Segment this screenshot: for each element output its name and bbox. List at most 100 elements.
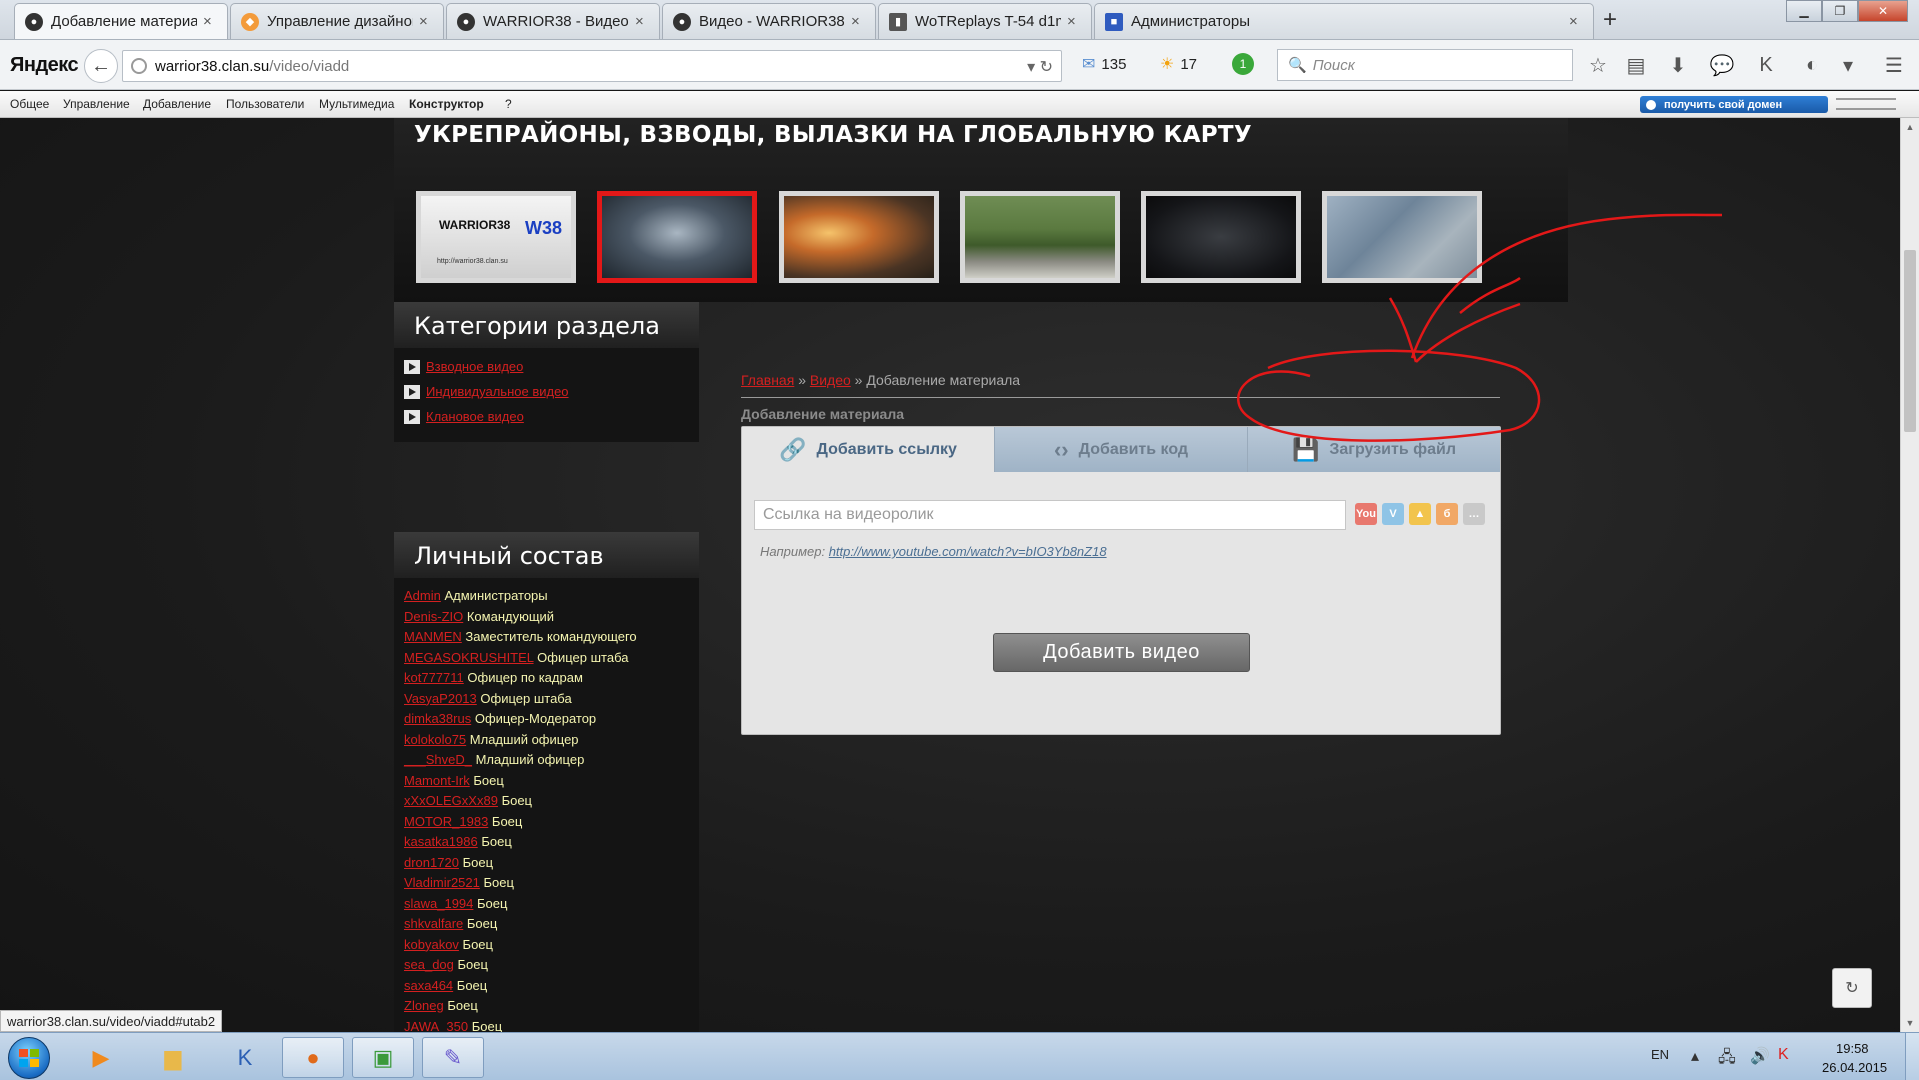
- notification-badge[interactable]: 1: [1232, 53, 1254, 75]
- staff-name[interactable]: Admin: [404, 588, 441, 603]
- close-icon[interactable]: ×: [1569, 13, 1583, 30]
- scroll-up-icon[interactable]: ▲: [1901, 118, 1919, 136]
- yandex-logo[interactable]: Яндекс: [10, 54, 79, 77]
- page-scrollbar[interactable]: ▲ ▼: [1900, 118, 1919, 1032]
- header-thumb-map[interactable]: [1322, 191, 1482, 283]
- staff-name[interactable]: sea_dog: [404, 957, 454, 972]
- staff-name[interactable]: slawa_1994: [404, 896, 473, 911]
- reload-icon[interactable]: ▾ ↻: [1027, 57, 1053, 77]
- kaspersky-tray-icon[interactable]: K: [1778, 1046, 1789, 1064]
- header-thumb-monument[interactable]: [960, 191, 1120, 283]
- chevron-up-icon[interactable]: ▴: [1691, 1046, 1699, 1066]
- tab-add-link[interactable]: 🔗 Добавить ссылку: [742, 427, 995, 472]
- minimize-icon[interactable]: ▁: [1786, 0, 1822, 22]
- browser-tab-add-material[interactable]: ● Добавление материала - ... ×: [14, 3, 228, 39]
- weather-widget[interactable]: ☀ 17: [1160, 54, 1197, 74]
- chevron-down-icon[interactable]: ▾: [1836, 53, 1860, 77]
- admin-menu-manage[interactable]: Управление: [63, 97, 130, 111]
- k-meleon-icon[interactable]: K: [214, 1037, 276, 1078]
- browser-tab-video[interactable]: ● Видео - WARRIOR38 ×: [662, 3, 876, 39]
- staff-name[interactable]: Vladimir2521: [404, 875, 480, 890]
- browser-tab-wotreplays[interactable]: ▮ WoTReplays T-54 d1mka3... ×: [878, 3, 1092, 39]
- back-button[interactable]: ←: [84, 49, 118, 83]
- more-providers-icon[interactable]: …: [1463, 503, 1485, 525]
- staff-name[interactable]: kolokolo75: [404, 732, 466, 747]
- close-icon[interactable]: ×: [203, 13, 217, 30]
- mail-counter[interactable]: ✉ 135: [1082, 54, 1126, 74]
- tab-upload-file[interactable]: 💾 Загрузить файл: [1248, 427, 1500, 472]
- yandex-video-icon[interactable]: ▲: [1409, 503, 1431, 525]
- get-domain-button[interactable]: получить свой домен: [1640, 96, 1828, 113]
- new-tab-button[interactable]: +: [1603, 6, 1617, 34]
- star-icon[interactable]: ☆: [1586, 53, 1610, 77]
- shield-icon[interactable]: ◐: [1800, 53, 1824, 77]
- clock-time[interactable]: 19:58: [1836, 1041, 1869, 1056]
- vimeo-icon[interactable]: V: [1382, 503, 1404, 525]
- admin-menu-multimedia[interactable]: Мультимедиа: [319, 97, 394, 111]
- admin-menu-constructor[interactable]: Конструктор: [409, 97, 484, 111]
- staff-name[interactable]: Mamont-Irk: [404, 773, 470, 788]
- video-url-input[interactable]: [754, 500, 1346, 530]
- volume-icon[interactable]: 🔊: [1750, 1046, 1770, 1066]
- add-video-button[interactable]: Добавить видео: [993, 633, 1250, 672]
- staff-name[interactable]: MANMEN: [404, 629, 462, 644]
- staff-name[interactable]: kot777711: [404, 670, 464, 685]
- staff-name[interactable]: MEGASOKRUSHITEL: [404, 650, 534, 665]
- header-thumb-explosion[interactable]: [779, 191, 939, 283]
- tab-add-code[interactable]: ‹› Добавить код: [995, 427, 1248, 472]
- admin-menu-users[interactable]: Пользователи: [226, 97, 304, 111]
- green-app-icon[interactable]: ▣: [352, 1037, 414, 1078]
- category-link[interactable]: Взводное видео: [426, 359, 523, 374]
- odnoklassniki-icon[interactable]: б: [1436, 503, 1458, 525]
- scrollbar-thumb[interactable]: [1904, 250, 1916, 432]
- staff-name[interactable]: shkvalfare: [404, 916, 463, 931]
- chat-icon[interactable]: 💬: [1710, 53, 1735, 77]
- window-close-icon[interactable]: ✕: [1858, 0, 1908, 22]
- media-player-icon[interactable]: ▶: [70, 1037, 132, 1078]
- scroll-to-top-button[interactable]: ↻: [1832, 968, 1872, 1008]
- close-icon[interactable]: ×: [419, 13, 433, 30]
- header-thumb-dark-tank[interactable]: [1141, 191, 1301, 283]
- staff-name[interactable]: MOTOR_1983: [404, 814, 488, 829]
- close-icon[interactable]: ×: [635, 13, 649, 30]
- kaspersky-icon[interactable]: K: [1754, 53, 1778, 77]
- breadcrumb-section-link[interactable]: Видео: [810, 372, 851, 388]
- staff-name[interactable]: saxa464: [404, 978, 453, 993]
- address-bar[interactable]: warrior38.clan.su/video/viadd ▾ ↻: [122, 50, 1062, 82]
- category-link[interactable]: Клановое видео: [426, 409, 524, 424]
- language-indicator[interactable]: EN: [1651, 1047, 1669, 1062]
- close-icon[interactable]: ×: [1067, 13, 1081, 30]
- file-explorer-icon[interactable]: ▆: [142, 1037, 204, 1078]
- staff-name[interactable]: Zloneg: [404, 998, 444, 1013]
- scroll-down-icon[interactable]: ▼: [1901, 1014, 1919, 1032]
- show-desktop-button[interactable]: [1905, 1033, 1919, 1080]
- tableau-icon[interactable]: ▤: [1624, 53, 1648, 77]
- browser-tab-warrior-video[interactable]: ● WARRIOR38 - Видео бойц... ×: [446, 3, 660, 39]
- staff-name[interactable]: dron1720: [404, 855, 459, 870]
- paint-icon[interactable]: ✎: [422, 1037, 484, 1078]
- staff-name[interactable]: JAWA_350: [404, 1019, 468, 1033]
- maximize-icon[interactable]: ❐: [1822, 0, 1858, 22]
- clock-date[interactable]: 26.04.2015: [1822, 1060, 1887, 1075]
- header-thumb-tanker[interactable]: [597, 191, 757, 283]
- search-box[interactable]: 🔍 Поиск: [1277, 49, 1573, 81]
- staff-name[interactable]: kasatka1986: [404, 834, 478, 849]
- header-thumb-logo[interactable]: WARRIOR38 W38 http://warrior38.clan.su: [416, 191, 576, 283]
- browser-tab-admins[interactable]: ■ Администраторы ×: [1094, 3, 1594, 39]
- close-icon[interactable]: ×: [851, 13, 865, 30]
- staff-name[interactable]: dimka38rus: [404, 711, 471, 726]
- start-button[interactable]: [8, 1037, 50, 1079]
- drag-handle[interactable]: [1836, 98, 1896, 110]
- staff-name[interactable]: xXxOLEGxXx89: [404, 793, 498, 808]
- staff-name[interactable]: kobyakov: [404, 937, 459, 952]
- admin-menu-general[interactable]: Общее: [10, 97, 49, 111]
- menu-icon[interactable]: ☰: [1882, 53, 1906, 77]
- category-link[interactable]: Индивидуальное видео: [426, 384, 569, 399]
- browser-tab-design[interactable]: ◆ Управление дизайном - ... ×: [230, 3, 444, 39]
- admin-menu-add[interactable]: Добавление: [143, 97, 211, 111]
- download-icon[interactable]: ⬇: [1666, 53, 1690, 77]
- staff-name[interactable]: Denis-ZIO: [404, 609, 463, 624]
- admin-menu-help[interactable]: ?: [505, 97, 512, 111]
- firefox-icon[interactable]: ●: [282, 1037, 344, 1078]
- network-icon[interactable]: 🖧: [1718, 1046, 1736, 1073]
